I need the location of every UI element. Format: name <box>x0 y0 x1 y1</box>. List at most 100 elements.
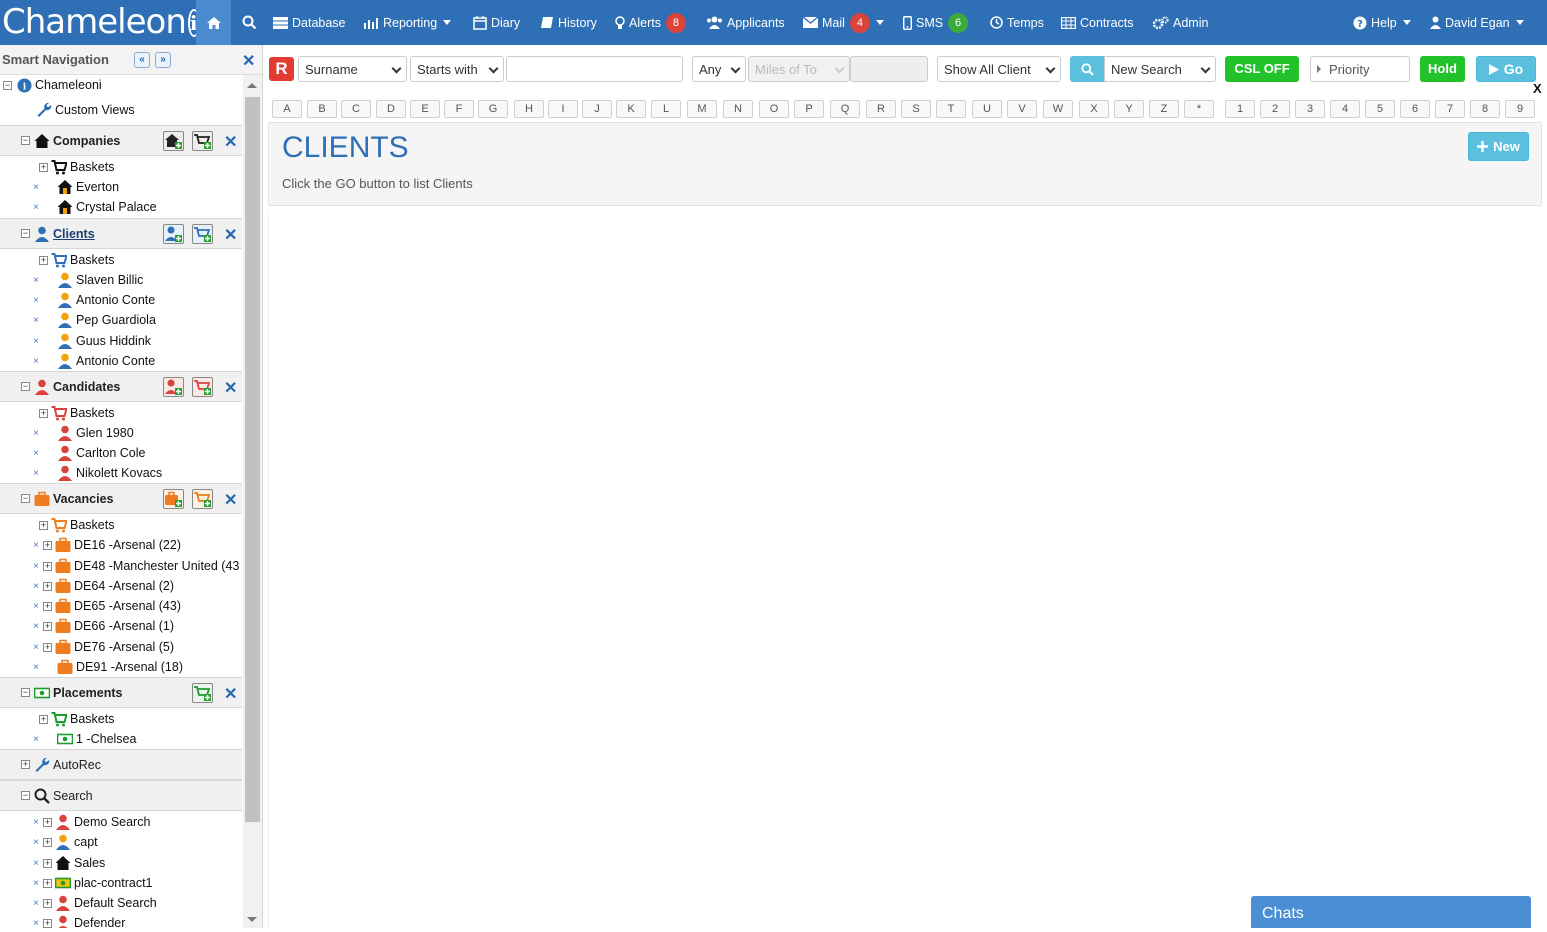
alpha-filter-button[interactable]: 3 <box>1295 100 1325 118</box>
expand-icon[interactable]: + <box>43 540 52 550</box>
tree-item-candidates-baskets[interactable]: + Baskets <box>0 403 242 423</box>
add-vacancy-basket-button[interactable] <box>192 489 213 509</box>
alpha-filter-button[interactable]: 6 <box>1400 100 1430 118</box>
home-button[interactable] <box>196 0 231 45</box>
alpha-filter-button[interactable]: E <box>410 100 440 118</box>
alpha-filter-button[interactable]: B <box>307 100 337 118</box>
user-menu[interactable]: David Egan <box>1430 0 1524 45</box>
remove-icon[interactable]: × <box>32 858 40 869</box>
add-candidate-basket-button[interactable] <box>192 377 213 397</box>
custom-views-item[interactable]: Custom Views <box>0 100 242 120</box>
expand-icon[interactable]: + <box>43 918 52 928</box>
expand-icon[interactable]: + <box>39 520 48 530</box>
nav-temps[interactable]: Temps <box>990 0 1044 45</box>
expand-icon[interactable]: + <box>21 760 30 769</box>
alpha-filter-button[interactable]: 2 <box>1260 100 1290 118</box>
remove-icon[interactable]: × <box>32 878 40 889</box>
expand-icon[interactable]: + <box>39 714 48 724</box>
alpha-filter-button[interactable]: F <box>444 100 474 118</box>
nav-sms[interactable]: SMS 6 <box>903 0 969 45</box>
close-section-button[interactable]: ✕ <box>224 132 237 152</box>
close-section-button[interactable]: ✕ <box>224 225 237 245</box>
remove-icon[interactable]: × <box>32 275 40 286</box>
search-input[interactable] <box>506 56 683 82</box>
alpha-filter-button[interactable]: Y <box>1114 100 1144 118</box>
alpha-filter-button[interactable]: Z <box>1149 100 1179 118</box>
section-clients[interactable]: − Clients ✕ <box>0 218 242 249</box>
alpha-filter-button[interactable]: O <box>759 100 789 118</box>
go-button[interactable]: Go <box>1476 56 1536 82</box>
remove-icon[interactable]: × <box>32 356 40 367</box>
tree-item-company[interactable]: × Everton <box>0 177 242 197</box>
scroll-up-arrow[interactable] <box>247 83 257 88</box>
tree-item-saved-search[interactable]: × + plac-contract1 <box>0 873 242 893</box>
tree-item-client[interactable]: × Pep Guardiola <box>0 310 242 330</box>
alpha-filter-button[interactable]: S <box>901 100 931 118</box>
add-company-basket-button[interactable] <box>192 131 213 151</box>
alpha-filter-button[interactable]: I <box>548 100 578 118</box>
nav-help[interactable]: ? Help <box>1353 0 1411 45</box>
search-nav-button[interactable] <box>242 0 261 45</box>
sidebar-scrollbar-thumb[interactable] <box>245 97 260 822</box>
tree-item-candidate[interactable]: × Nikolett Kovacs <box>0 463 242 483</box>
tree-item-vacancy[interactable]: × + DE66 -Arsenal (1) <box>0 616 242 636</box>
expand-icon[interactable]: + <box>43 858 52 868</box>
nav-alerts[interactable]: Alerts 8 <box>615 0 686 45</box>
nav-database[interactable]: Database <box>273 0 346 45</box>
nav-reporting[interactable]: Reporting <box>363 0 452 45</box>
remove-icon[interactable]: × <box>32 601 40 612</box>
remove-icon[interactable]: × <box>32 468 40 479</box>
alpha-filter-button[interactable]: 8 <box>1470 100 1500 118</box>
section-placements[interactable]: − Placements ✕ <box>0 677 242 708</box>
tree-item-saved-search[interactable]: × + capt <box>0 832 242 852</box>
miles-select[interactable]: Miles of To <box>748 56 850 82</box>
tree-item-client[interactable]: × Antonio Conte <box>0 351 242 371</box>
csl-toggle-button[interactable]: CSL OFF <box>1225 56 1299 82</box>
expand-icon[interactable]: + <box>43 817 52 827</box>
tree-item-placement[interactable]: × 1 -Chelsea <box>0 729 242 749</box>
tree-item-vacancy[interactable]: × + DE64 -Arsenal (2) <box>0 576 242 596</box>
remove-icon[interactable]: × <box>32 621 40 632</box>
remove-icon[interactable]: × <box>32 817 40 828</box>
priority-select[interactable]: Priority <box>1310 56 1410 82</box>
alpha-filter-button[interactable]: K <box>616 100 646 118</box>
reset-button[interactable]: R <box>269 57 294 81</box>
add-client-button[interactable] <box>163 224 184 244</box>
tree-item-clients-baskets[interactable]: + Baskets <box>0 250 242 270</box>
new-search-select[interactable]: New Search <box>1104 56 1216 82</box>
remove-icon[interactable]: × <box>32 837 40 848</box>
nav-admin[interactable]: Admin <box>1152 0 1208 45</box>
expand-icon[interactable]: + <box>43 837 52 847</box>
add-candidate-button[interactable] <box>163 377 184 397</box>
collapse-icon[interactable]: − <box>21 688 30 697</box>
tree-item-saved-search[interactable]: × + Default Search <box>0 893 242 913</box>
expand-all-button[interactable]: » <box>155 52 171 68</box>
remove-icon[interactable]: × <box>32 662 40 673</box>
alpha-filter-button[interactable]: 7 <box>1435 100 1465 118</box>
expand-icon[interactable]: + <box>39 408 48 418</box>
section-companies[interactable]: − Companies ✕ <box>0 125 242 156</box>
close-section-button[interactable]: ✕ <box>224 378 237 398</box>
remove-icon[interactable]: × <box>32 898 40 909</box>
nav-history[interactable]: History <box>540 0 597 45</box>
alpha-filter-button[interactable]: 1 <box>1225 100 1255 118</box>
collapse-icon[interactable]: − <box>21 229 30 238</box>
add-client-basket-button[interactable] <box>192 224 213 244</box>
tree-item-candidate[interactable]: × Carlton Cole <box>0 443 242 463</box>
collapse-all-button[interactable]: « <box>134 52 150 68</box>
remove-icon[interactable]: × <box>32 581 40 592</box>
alpha-filter-button[interactable]: 4 <box>1330 100 1360 118</box>
alpha-filter-button[interactable]: * <box>1184 100 1214 118</box>
section-vacancies[interactable]: − Vacancies ✕ <box>0 483 242 514</box>
alpha-filter-button[interactable]: G <box>478 100 508 118</box>
collapse-icon[interactable]: − <box>21 494 30 503</box>
chats-widget[interactable]: Chats <box>1251 896 1531 928</box>
tree-item-saved-search[interactable]: × + Demo Search <box>0 812 242 832</box>
alpha-filter-button[interactable]: L <box>651 100 681 118</box>
alpha-filter-button[interactable]: J <box>582 100 612 118</box>
alpha-filter-button[interactable]: W <box>1043 100 1073 118</box>
remove-icon[interactable]: × <box>32 336 40 347</box>
tree-item-candidate[interactable]: × Glen 1980 <box>0 423 242 443</box>
collapse-icon[interactable]: − <box>21 382 30 391</box>
tree-item-vacancy[interactable]: × + DE65 -Arsenal (43) <box>0 596 242 616</box>
